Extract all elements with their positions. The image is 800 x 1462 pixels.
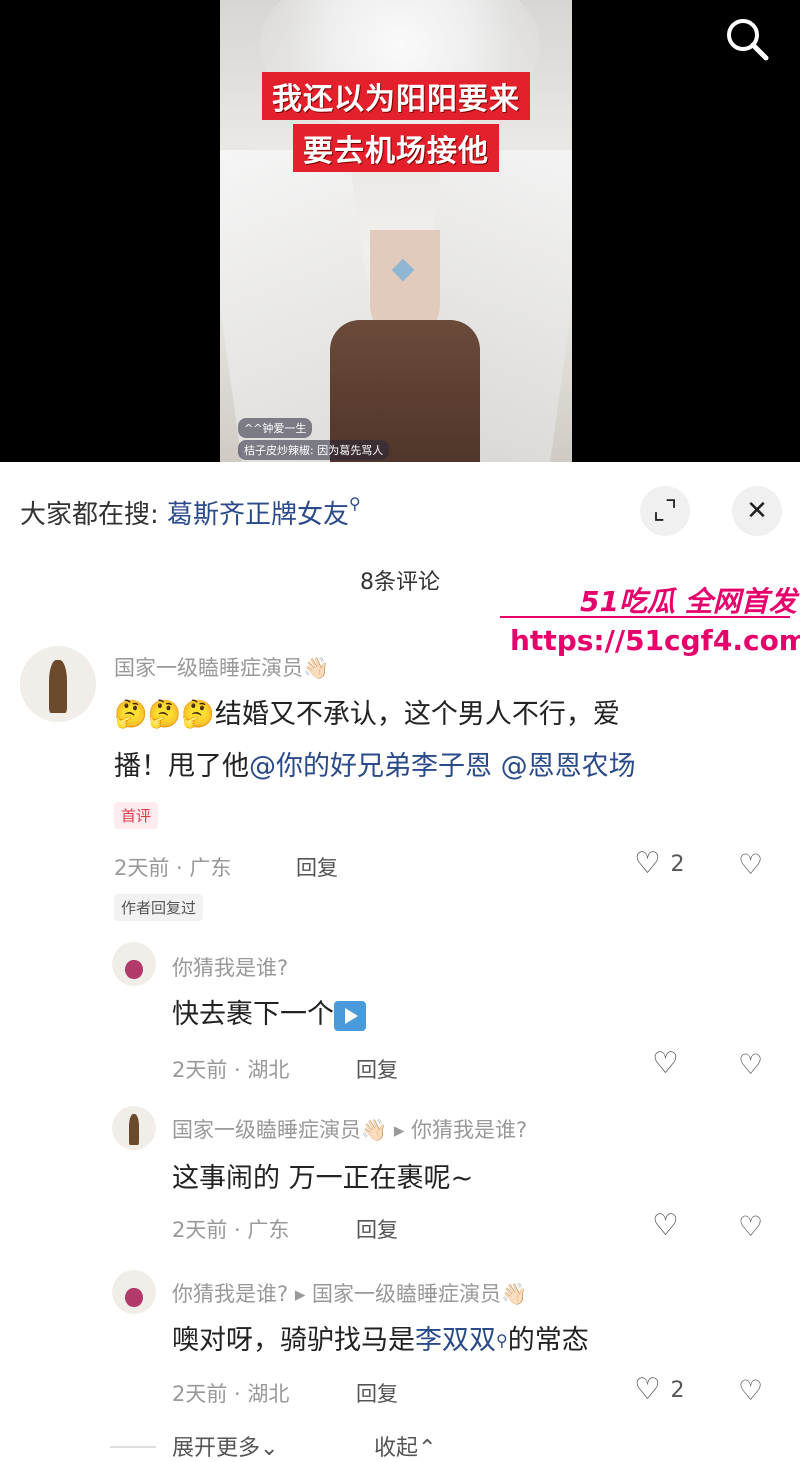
broken-heart-icon: ♡: [738, 1374, 764, 1407]
comment-text-line: 快去裹下一个: [172, 999, 334, 1030]
caption-line: 我还以为阳阳要来: [262, 72, 530, 120]
broken-heart-icon: ♡: [738, 1210, 764, 1243]
comment-meta: 2天前 · 湖北: [172, 1382, 290, 1406]
mention-link[interactable]: @你的好兄弟李子恩: [249, 751, 492, 782]
thread-divider: [110, 1446, 156, 1448]
collapse-button[interactable]: 收起⌃: [374, 1430, 436, 1462]
comment-author: 你猜我是谁? ▸ 国家一级瞌睡症演员👋🏻: [172, 1278, 527, 1308]
watermark: 51吃瓜 全网首发 https://51cgf4.com: [500, 580, 800, 670]
comment-text: 这事闹的 万一正在裹呢~: [172, 1163, 474, 1194]
heart-icon: ♡: [634, 1372, 661, 1407]
video-caption: 我还以为阳阳要来 要去机场接他: [230, 70, 562, 174]
watermark-divider: [500, 616, 790, 618]
comment-text: 🤔🤔🤔结婚又不承认，这个男人不行，爱: [114, 699, 620, 730]
reply-target[interactable]: ▸ 你猜我是谁?: [394, 1118, 527, 1142]
comment-author[interactable]: 国家一级瞌睡症演员👋🏻: [114, 652, 329, 682]
close-icon: ✕: [746, 496, 768, 526]
play-icon: [334, 1000, 366, 1031]
avatar[interactable]: [112, 1270, 156, 1314]
reply-button[interactable]: 回复: [296, 852, 338, 882]
comment-author: 国家一级瞌睡症演员👋🏻 ▸ 你猜我是谁?: [172, 1114, 527, 1144]
search-link[interactable]: 李双双: [415, 1325, 496, 1356]
search-suggestion[interactable]: 大家都在搜: 葛斯齐正牌女友⚲: [20, 494, 361, 531]
like-count: 2: [670, 1378, 685, 1403]
video-frame: 我还以为阳阳要来 要去机场接他 ^^钟爱一生 桔子皮炒辣椒: 因为葛先骂人: [220, 0, 572, 462]
dislike-button[interactable]: ♡: [738, 1374, 763, 1407]
like-count: 2: [670, 852, 685, 877]
dislike-button[interactable]: ♡: [738, 848, 763, 881]
suggestion-query[interactable]: 葛斯齐正牌女友: [167, 500, 349, 530]
mention-link[interactable]: @恩恩农场: [501, 751, 636, 782]
watermark-brand: 51吃瓜 全网首发: [580, 585, 797, 618]
reply-button[interactable]: 回复: [356, 1054, 398, 1084]
like-button[interactable]: ♡: [652, 1208, 679, 1243]
comment-meta: 2天前 · 广东: [114, 856, 232, 880]
dislike-button[interactable]: ♡: [738, 1210, 763, 1243]
reply-button[interactable]: 回复: [356, 1214, 398, 1244]
search-icon: ⚲: [349, 494, 361, 513]
like-button[interactable]: ♡ 2: [634, 846, 684, 881]
broken-heart-icon: ♡: [738, 848, 764, 881]
avatar[interactable]: [20, 646, 96, 722]
comment-author[interactable]: 你猜我是谁?: [172, 952, 288, 982]
comment-meta: 2天前 · 湖北: [172, 1058, 290, 1082]
watermark-url: https://51cgf4.com: [510, 624, 800, 657]
comment-text: 播！甩了他@你的好兄弟李子恩 @恩恩农场: [114, 742, 636, 792]
reply-button[interactable]: 回复: [356, 1378, 398, 1408]
expand-more-button[interactable]: 展开更多⌄: [172, 1430, 278, 1462]
first-comment-badge: 首评: [114, 802, 159, 829]
like-button[interactable]: ♡ 2: [634, 1372, 684, 1407]
comment-author-name[interactable]: 你猜我是谁?: [172, 1282, 288, 1306]
expand-button[interactable]: ⌞⌝: [640, 486, 690, 536]
caption-line: 要去机场接他: [293, 124, 499, 172]
like-button[interactable]: ♡: [652, 1046, 679, 1081]
heart-icon: ♡: [652, 1208, 679, 1243]
dislike-button[interactable]: ♡: [738, 1048, 763, 1081]
avatar[interactable]: [112, 942, 156, 986]
heart-icon: ♡: [652, 1046, 679, 1081]
broken-heart-icon: ♡: [738, 1048, 764, 1081]
comment-meta: 2天前 · 广东: [172, 1218, 290, 1242]
search-icon: ⚲: [496, 1331, 508, 1350]
author-replied-badge: 作者回复过: [114, 894, 204, 921]
video-player[interactable]: 我还以为阳阳要来 要去机场接他 ^^钟爱一生 桔子皮炒辣椒: 因为葛先骂人: [0, 0, 800, 462]
comment-text: 噢对呀，骑驴找马是李双双⚲的常态: [172, 1316, 589, 1366]
comment-text-line: 的常态: [507, 1325, 589, 1356]
live-message: 桔子皮炒辣椒: 因为葛先骂人: [238, 440, 390, 460]
reply-target[interactable]: ▸ 国家一级瞌睡症演员👋🏻: [295, 1282, 527, 1306]
comment-text-line: 噢对呀，骑驴找马是: [172, 1325, 415, 1356]
close-button[interactable]: ✕: [732, 486, 782, 536]
search-icon[interactable]: [722, 14, 772, 64]
comment-text: 快去裹下一个: [172, 990, 366, 1040]
live-message: ^^钟爱一生: [238, 418, 313, 438]
expand-icon: ⌞⌝: [652, 496, 678, 526]
suggestion-prefix: 大家都在搜:: [20, 500, 159, 530]
heart-icon: ♡: [634, 846, 661, 881]
comment-author-name[interactable]: 国家一级瞌睡症演员👋🏻: [172, 1118, 387, 1142]
comment-text-line: 播！甩了他: [114, 751, 249, 782]
avatar[interactable]: [112, 1106, 156, 1150]
